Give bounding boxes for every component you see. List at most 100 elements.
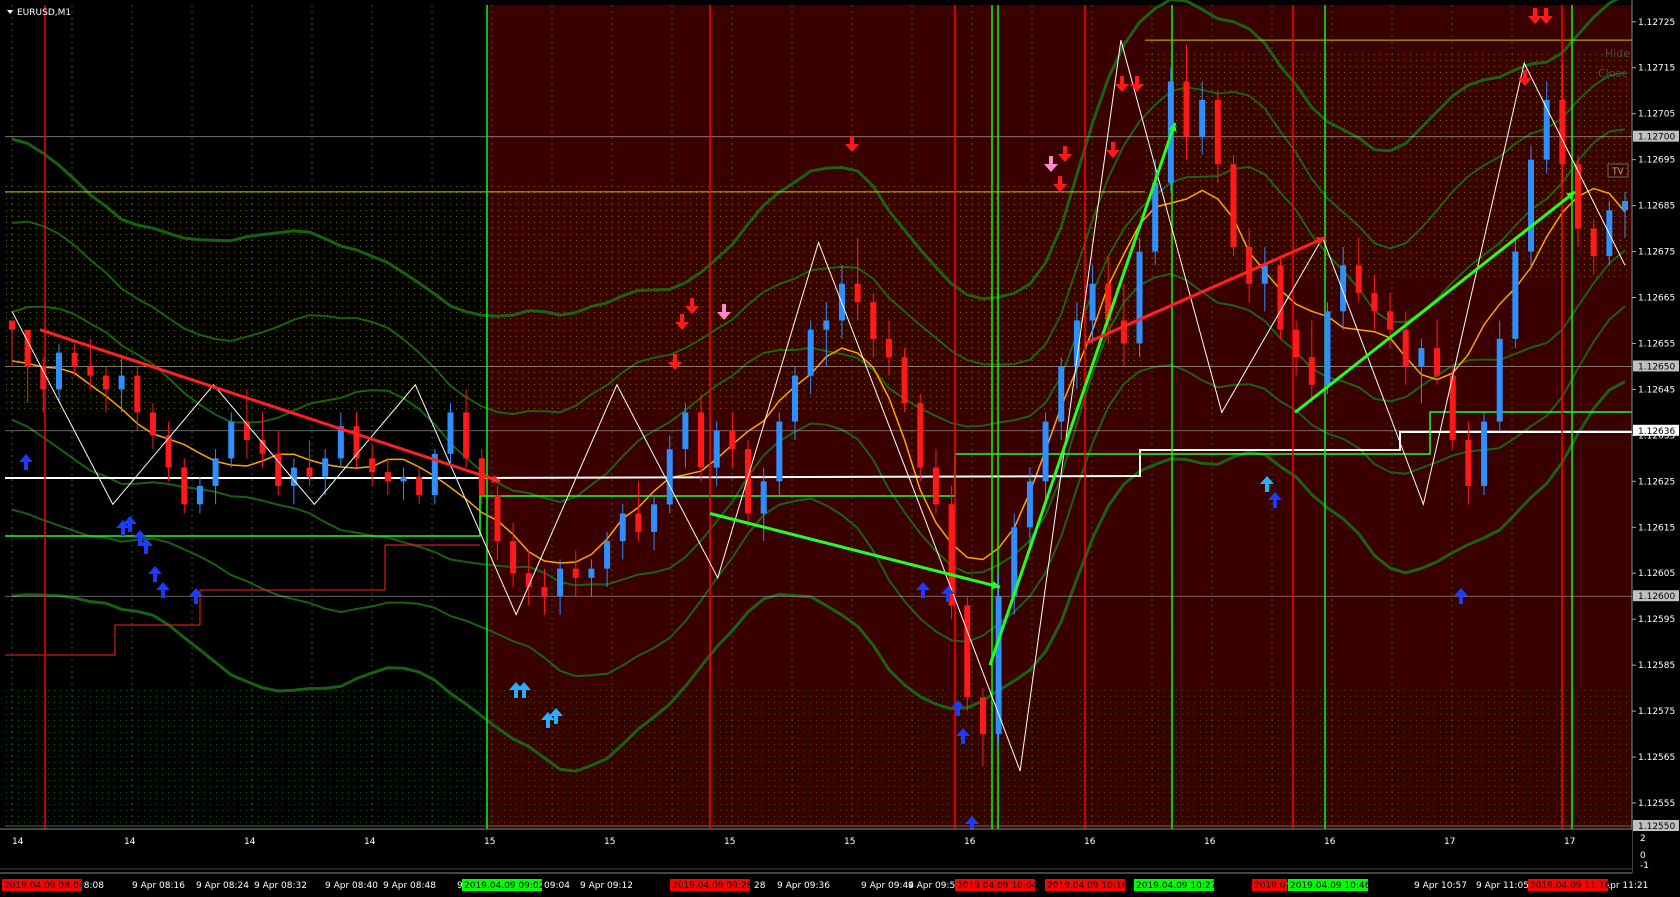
time-label: 09:04	[544, 881, 570, 891]
bear-candle	[181, 467, 188, 505]
close-button[interactable]: Close	[1598, 67, 1628, 80]
indicator-axis-label: 2	[1640, 834, 1646, 844]
tv-button[interactable]: TV	[1611, 167, 1624, 177]
bear-candle	[510, 541, 517, 574]
bull-candle	[1261, 265, 1268, 284]
indicator-label: 15	[724, 837, 735, 847]
bull-candle	[807, 329, 814, 376]
indicator-label: 16	[1084, 837, 1096, 847]
indicator-label: 14	[244, 837, 256, 847]
bull-candle	[228, 421, 235, 459]
indicator-label: 14	[364, 837, 376, 847]
symbol-title[interactable]: EURUSD,M1	[7, 8, 71, 18]
price-tick-label: 1.12625	[1638, 477, 1675, 487]
price-tick-label: 1.12705	[1638, 110, 1675, 120]
bear-candle	[463, 412, 470, 459]
time-label: 9 Apr 08:40	[325, 881, 378, 891]
bear-candle	[1355, 265, 1362, 293]
bull-candle	[1136, 251, 1143, 344]
bear-candle	[979, 697, 986, 735]
bear-candle	[1277, 265, 1284, 330]
time-label: 28	[754, 881, 766, 891]
bear-candle	[1230, 164, 1237, 247]
bear-candle	[494, 495, 501, 542]
time-label: 9 Apr 10:57	[1414, 881, 1467, 891]
bull-candle	[400, 476, 407, 482]
bull-candle	[1622, 201, 1628, 211]
indicator-label: 14	[124, 837, 136, 847]
bear-candle	[1214, 99, 1221, 165]
session-badge-label: 2019.04.09 10:04	[957, 881, 1038, 891]
bear-candle	[369, 458, 376, 473]
session-badge-label: 2019.04.09 09:28	[672, 881, 753, 891]
price-tick-label: 1.12675	[1638, 248, 1675, 258]
bear-candle	[698, 412, 705, 468]
bear-candle	[1371, 292, 1378, 312]
bull-candle	[604, 541, 611, 569]
price-tick-label: 1.12585	[1638, 661, 1675, 671]
session-badge-label: 2019.04.09 10:46	[1290, 881, 1371, 891]
bull-candle	[619, 513, 626, 542]
bull-candle	[196, 485, 203, 505]
session-badge-label: 2019.04.09 09:02	[464, 881, 544, 891]
bull-candle	[682, 412, 689, 450]
time-label: 9 Apr 09:44	[861, 881, 914, 891]
resistance-zone	[5, 185, 1145, 413]
bear-candle	[1183, 81, 1190, 137]
indicator-label: 16	[1204, 837, 1216, 847]
indicator-axis-label: -1	[1640, 861, 1649, 871]
price-highlight-label: 1.12550	[1638, 822, 1675, 832]
bull-candle	[1496, 338, 1503, 422]
symbol-label: EURUSD,M1	[17, 8, 71, 18]
bull-candle	[1089, 283, 1096, 321]
bull-candle	[1418, 348, 1425, 367]
support-zone	[5, 690, 1632, 828]
bull-candle	[1481, 421, 1488, 486]
price-chart[interactable]: 1.12725 1.12715 1.12705 1.12695 1.12685 1.126…	[0, 0, 1680, 897]
price-tick-label: 1.12685	[1638, 202, 1675, 212]
bear-candle	[40, 366, 47, 390]
bull-candle	[651, 504, 658, 532]
time-label: 9 Apr 11:05	[1476, 881, 1529, 891]
bear-candle	[541, 587, 548, 597]
time-label: 9 Apr 08:48	[383, 881, 436, 891]
bear-candle	[24, 329, 31, 367]
indicator-label: 16	[964, 837, 976, 847]
bear-candle	[1434, 348, 1441, 376]
bear-candle	[964, 605, 971, 698]
bull-candle	[1152, 182, 1159, 252]
session-badge-label: 2019.0	[1254, 881, 1286, 891]
price-highlight-label: 1.12700	[1638, 133, 1675, 143]
bull-candle	[1512, 251, 1519, 339]
bear-candle	[729, 430, 736, 450]
price-tick-label: 1.12655	[1638, 339, 1675, 349]
time-label: 9 Apr 09:53	[908, 881, 961, 891]
bear-candle	[932, 467, 939, 505]
bull-candle	[1042, 421, 1049, 482]
bear-candle	[854, 283, 861, 303]
time-label: 9 Apr 09:12	[580, 881, 633, 891]
session-badge-label: 2019.04.09 10:27	[1136, 881, 1216, 891]
bull-candle	[760, 481, 767, 514]
price-tick-label: 1.12665	[1638, 294, 1675, 304]
bull-candle	[1324, 311, 1331, 385]
indicator-label: 17	[1564, 837, 1575, 847]
bear-candle	[870, 302, 877, 339]
price-axis: 1.12725 1.12715 1.12705 1.12695 1.12685 1.126…	[1632, 18, 1679, 832]
hide-button[interactable]: Hide	[1605, 47, 1630, 60]
bull-candle	[118, 375, 125, 390]
bear-candle	[901, 357, 908, 404]
bear-candle	[134, 375, 141, 413]
bear-candle	[102, 375, 109, 390]
price-tick-label: 1.12565	[1638, 753, 1675, 763]
price-tick-label: 1.12645	[1638, 385, 1675, 395]
session-badge-label: 2019.04.09 11:16	[1530, 881, 1611, 891]
price-tick-label: 1.12605	[1638, 569, 1675, 579]
bear-candle	[71, 352, 78, 367]
time-label: 9 Apr 08:32	[254, 881, 307, 891]
indicator-label: 15	[484, 837, 495, 847]
bull-candle	[322, 458, 329, 477]
bear-candle	[384, 472, 391, 482]
indicator-axis-label: 0	[1640, 851, 1646, 861]
bear-candle	[1402, 329, 1409, 367]
